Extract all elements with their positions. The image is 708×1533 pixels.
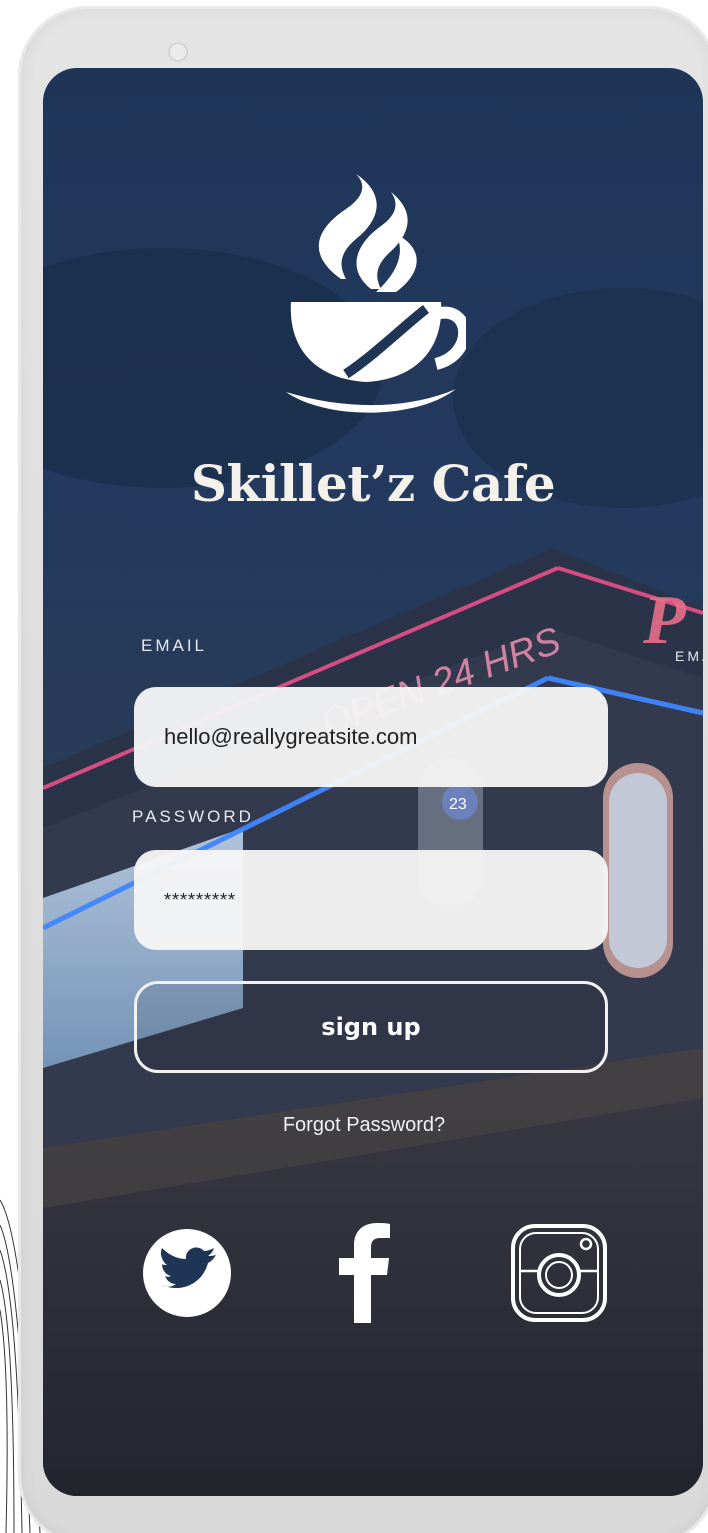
forgot-password-link[interactable]: Forgot Password? xyxy=(43,1114,685,1137)
phone-screen: OPEN 24 HRS P 23 Skillet’z Cafe EMAIL EM… xyxy=(43,68,703,1496)
email-label: EMAIL xyxy=(141,636,208,655)
page: OPEN 24 HRS P 23 Skillet’z Cafe EMAIL EM… xyxy=(0,0,708,1533)
email-field[interactable]: hello@reallygreatsite.com xyxy=(134,687,608,787)
sign-up-button[interactable]: sign up xyxy=(134,981,608,1073)
facebook-icon[interactable] xyxy=(339,1223,391,1323)
password-label: PASSWORD xyxy=(132,807,254,826)
edge-label: EMA xyxy=(675,648,703,664)
camera-dot xyxy=(168,42,188,62)
twitter-icon[interactable] xyxy=(140,1223,234,1323)
login-content: Skillet’z Cafe EMAIL EMA hello@reallygre… xyxy=(43,68,703,1496)
coffee-cup-icon xyxy=(286,174,466,413)
brand-title: Skillet’z Cafe xyxy=(190,454,556,513)
instagram-icon[interactable] xyxy=(510,1223,608,1323)
password-field[interactable]: ********* xyxy=(134,850,608,950)
